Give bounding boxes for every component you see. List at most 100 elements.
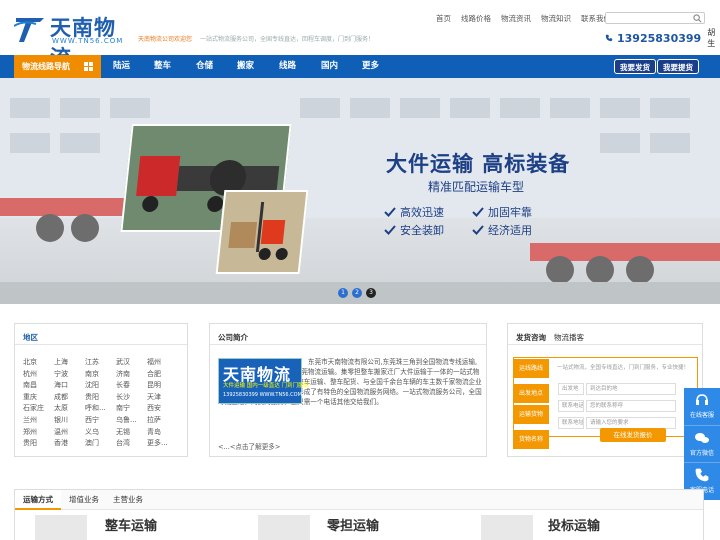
online-service-label: 在线客服 — [689, 412, 714, 419]
top-nav-price[interactable]: 线路价格 — [461, 13, 491, 24]
city-link[interactable]: 合肥 — [147, 369, 161, 379]
logo[interactable]: 天南物流 WWW.TN56.COM — [14, 10, 129, 70]
service-ltl[interactable]: 零担运输 — [327, 515, 379, 534]
city-link[interactable]: 乌鲁... — [116, 415, 137, 425]
submit-quote-button[interactable]: 在线发货报价 — [600, 428, 666, 442]
feature-label: 加固牢靠 — [488, 206, 532, 219]
header: 天南物流 WWW.TN56.COM 天南物流公司欢迎您 一站式物流服务公司，全国… — [0, 0, 720, 70]
divider — [508, 344, 702, 345]
city-link[interactable]: 台湾 — [116, 438, 130, 448]
headset-icon — [696, 394, 708, 405]
city-link[interactable]: 北京 — [23, 357, 37, 367]
carousel-dot-2[interactable]: 2 — [352, 288, 362, 298]
city-link[interactable]: 长沙 — [116, 392, 130, 402]
intro-logo-image: 天南物流 大件运输 国内一级直达 门到门服务 13925830399 WWW.T… — [218, 358, 309, 404]
top-nav-home[interactable]: 首页 — [436, 13, 451, 24]
tab-logistics-blog[interactable]: 物流播客 — [554, 332, 584, 343]
city-link[interactable]: 贵阳 — [85, 392, 99, 402]
feature-1: 高效迅速 — [384, 204, 444, 220]
city-link[interactable]: 重庆 — [23, 392, 37, 402]
city-link[interactable]: 宁波 — [54, 369, 68, 379]
service-bid[interactable]: 投标运输 — [548, 515, 600, 534]
city-link[interactable]: 成都 — [54, 392, 68, 402]
city-link[interactable]: 香港 — [54, 438, 68, 448]
feature-2: 加固牢靠 — [472, 204, 532, 220]
search-input[interactable] — [605, 12, 705, 24]
city-link[interactable]: 银川 — [54, 415, 68, 425]
name-input[interactable]: 您的联系称呼 — [586, 400, 676, 412]
city-link[interactable]: 上海 — [54, 357, 68, 367]
city-link[interactable]: 昆明 — [147, 380, 161, 390]
city-link[interactable]: 呼和... — [85, 403, 106, 413]
form-row-cargo: 运输货物 — [513, 405, 549, 424]
top-nav-news[interactable]: 物流资讯 — [501, 13, 531, 24]
online-service-button[interactable]: 在线客服 — [684, 388, 720, 425]
area-panel: 地区 北京 上海 江苏 武汉 福州 杭州 宁波 南京 济南 合肥 南昌 海口 沈阳 长春 昆明 重庆 成都 贵阳长… — [14, 323, 188, 457]
services-tabbar: 运输方式 增值业务 主营业务 — [15, 490, 703, 510]
destination-input[interactable]: 到达目的地 — [586, 383, 676, 395]
grid-icon — [84, 62, 93, 71]
city-link[interactable]: 杭州 — [23, 369, 37, 379]
hero-banner[interactable]: 大件运输 高标装备 精准匹配运输车型 高效迅速 加固牢靠 安全装卸 经济适用 1… — [0, 78, 720, 304]
address-label: 联系地址 — [558, 417, 584, 429]
city-link[interactable]: 石家庄 — [23, 403, 44, 413]
city-link[interactable]: 温州 — [54, 427, 68, 437]
city-link[interactable]: 福州 — [147, 357, 161, 367]
city-link[interactable]: 济南 — [116, 369, 130, 379]
city-link[interactable]: 西宁 — [85, 415, 99, 425]
city-link[interactable]: 无锡 — [116, 427, 130, 437]
city-link[interactable]: 江苏 — [85, 357, 99, 367]
nav-item-more[interactable]: 更多 — [362, 55, 379, 78]
tab-transport[interactable]: 运输方式 — [15, 490, 61, 510]
city-link[interactable]: 太原 — [54, 403, 68, 413]
city-link[interactable]: 南京 — [85, 369, 99, 379]
nav-item-fullload[interactable]: 整车 — [154, 55, 171, 78]
nav-item-storage[interactable]: 仓储 — [196, 55, 213, 78]
city-link[interactable]: 拉萨 — [147, 415, 161, 425]
check-icon — [384, 207, 396, 217]
city-link[interactable]: 澳门 — [85, 438, 99, 448]
nav-item-routes[interactable]: 线路 — [279, 55, 296, 78]
wechat-button[interactable]: 官方微信 — [684, 425, 720, 462]
phone-icon — [605, 34, 613, 42]
forklift-icon — [228, 202, 288, 260]
carousel-dot-1[interactable]: 1 — [338, 288, 348, 298]
city-link[interactable]: 义乌 — [85, 427, 99, 437]
city-link[interactable]: 沈阳 — [85, 380, 99, 390]
intro-more-link[interactable]: <...<点击了解更多> — [218, 441, 280, 451]
search-icon[interactable] — [693, 14, 702, 23]
city-link[interactable]: 更多... — [147, 438, 168, 448]
city-link[interactable]: 南昌 — [23, 380, 37, 390]
city-link[interactable]: 郑州 — [23, 427, 37, 437]
ship-button[interactable]: 我要发货 — [614, 59, 656, 74]
top-nav-knowledge[interactable]: 物流知识 — [541, 13, 571, 24]
route-nav-button[interactable]: 物流线路导航 — [14, 55, 101, 78]
nav-item-domestic[interactable]: 国内 — [321, 55, 338, 78]
city-link[interactable]: 兰州 — [23, 415, 37, 425]
route-nav-label: 物流线路导航 — [22, 62, 70, 71]
tab-ship-consult[interactable]: 发货咨询 — [516, 332, 546, 343]
nav-item-moving[interactable]: 搬家 — [237, 55, 254, 78]
welcome-text: 天南物流公司欢迎您 — [138, 36, 193, 43]
city-link[interactable]: 贵阳 — [23, 438, 37, 448]
city-link[interactable]: 海口 — [54, 380, 68, 390]
tagline: 一站式物流服务公司，全国专线直达，回程车调度，门到门服务！ — [200, 36, 375, 43]
tab-main-business[interactable]: 主营业务 — [113, 490, 143, 510]
wechat-label: 官方微信 — [689, 450, 714, 457]
city-link[interactable]: 青岛 — [147, 427, 161, 437]
contact-name: 胡生 — [707, 28, 716, 48]
city-link[interactable]: 西安 — [147, 403, 161, 413]
form-row-route: 运线路线 — [513, 359, 549, 378]
city-link[interactable]: 武汉 — [116, 357, 130, 367]
consult-panel: 发货咨询 物流播客 运线路线 出发地点 运输货物 货物名称 一站式物流，全国专线… — [507, 323, 703, 457]
city-link[interactable]: 天津 — [147, 392, 161, 402]
consult-hint: 一站式物流，全国专线直达，门到门服务，专业快捷！ — [557, 365, 690, 371]
city-link[interactable]: 长春 — [116, 380, 130, 390]
nav-item-land[interactable]: 陆运 — [113, 55, 130, 78]
service-fullload[interactable]: 整车运输 — [105, 515, 157, 534]
carousel-dot-3[interactable]: 3 — [366, 288, 376, 298]
city-link[interactable]: 南宁 — [116, 403, 130, 413]
forklift-photo — [215, 190, 309, 274]
tab-value-added[interactable]: 增值业务 — [69, 490, 99, 510]
pickup-button[interactable]: 我要提货 — [657, 59, 699, 74]
